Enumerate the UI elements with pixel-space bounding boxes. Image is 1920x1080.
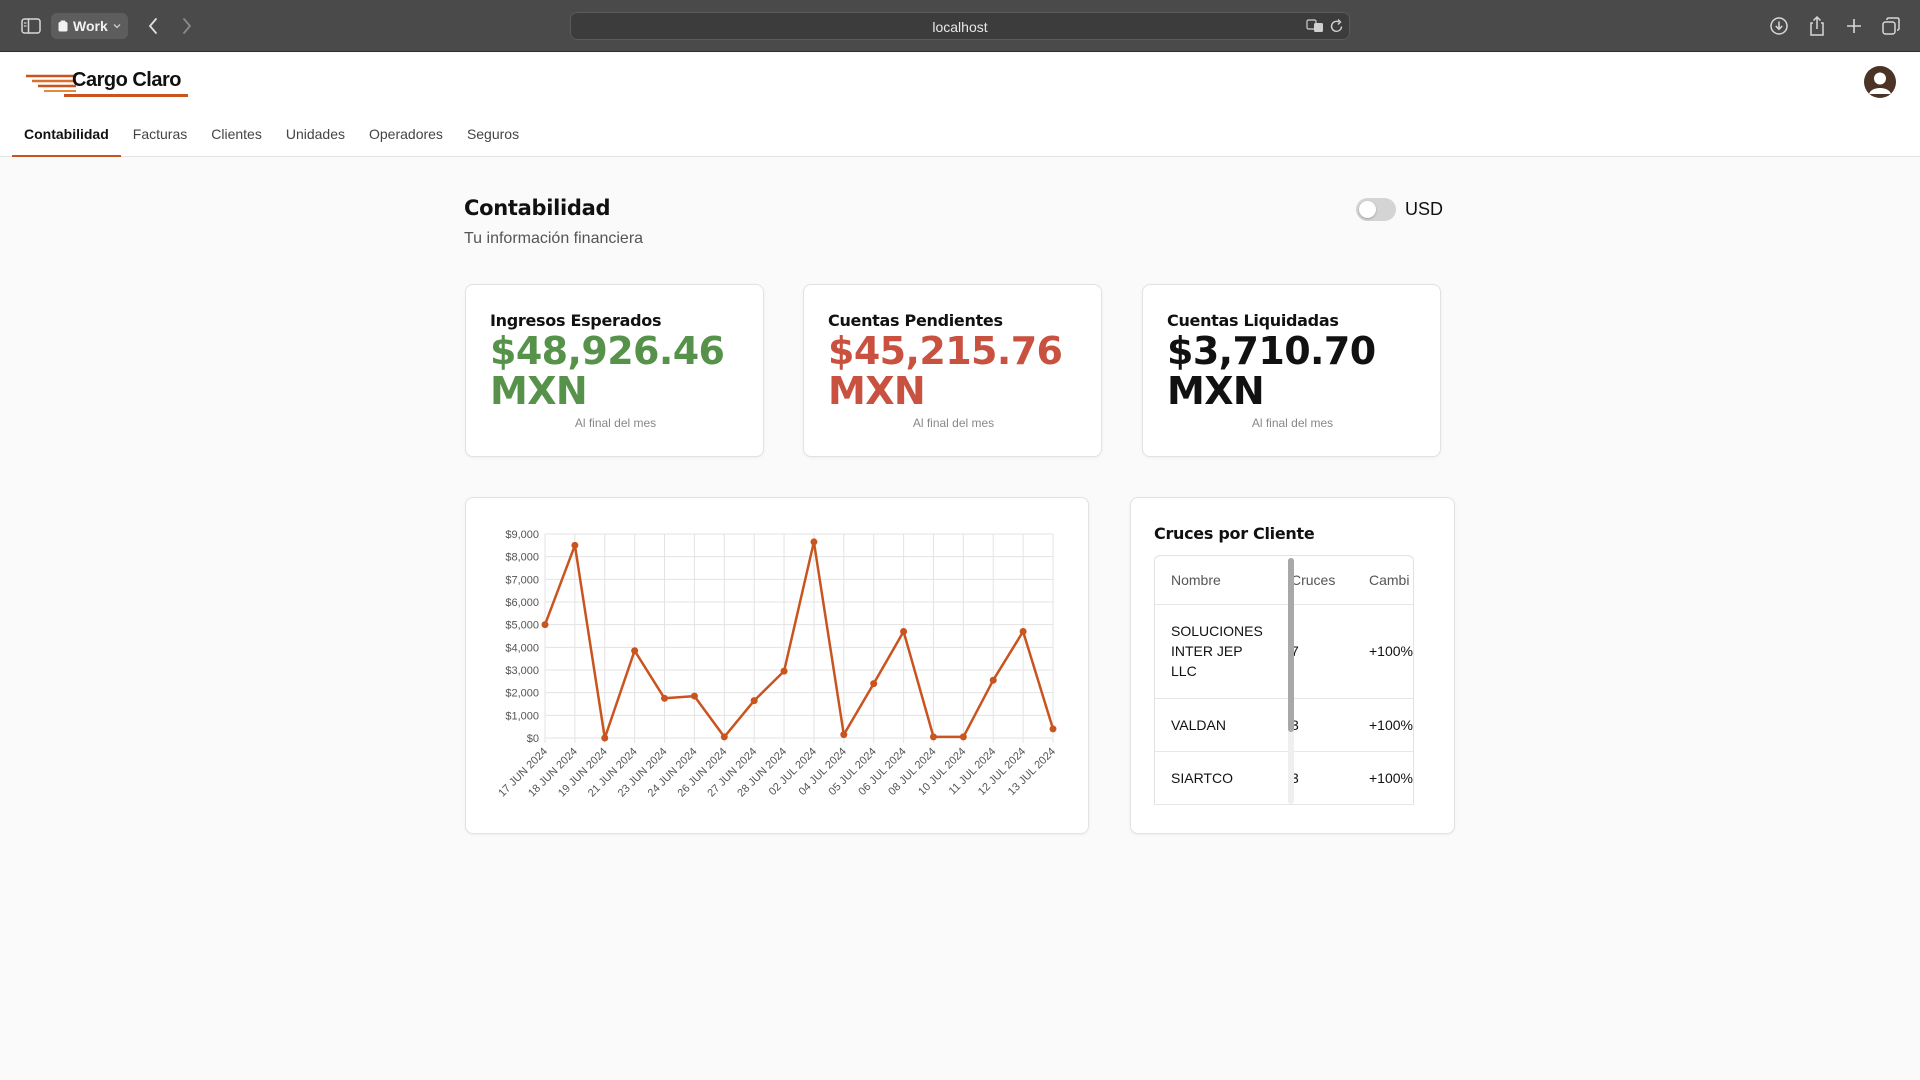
data-point	[601, 734, 609, 742]
page-title: Contabilidad	[464, 196, 611, 220]
stat-card-ingresos: Ingresos Esperados $48,926.46 MXN Al fin…	[465, 284, 764, 457]
back-icon[interactable]	[144, 13, 162, 39]
reload-icon[interactable]	[1330, 18, 1344, 34]
stat-caption: Al final del mes	[574, 416, 657, 430]
nav-tab-unidades[interactable]: Unidades	[274, 115, 357, 157]
stat-label: Cuentas Liquidadas	[1167, 311, 1339, 330]
table-row[interactable]: SIARTCO 3 +100%	[1155, 751, 1413, 805]
stat-card-pendientes: Cuentas Pendientes $45,215.76 MXN Al fin…	[803, 284, 1102, 457]
y-tick-label: $9,000	[505, 529, 539, 541]
y-tick-label: $2,000	[505, 688, 539, 700]
cruces-count: 7	[1275, 604, 1353, 699]
forward-icon[interactable]	[178, 13, 196, 39]
sidebar-toggle-icon[interactable]	[20, 13, 42, 39]
income-line-chart: $0 $1,000 $2,000 $3,000 $4,000 $5,000 $6,000 $7…	[496, 529, 1058, 800]
nav-tab-clientes[interactable]: Clientes	[199, 115, 274, 157]
scrollbar-thumb[interactable]	[1288, 558, 1294, 732]
page-subtitle: Tu información financiera	[464, 230, 644, 247]
data-point	[1019, 627, 1027, 635]
cruces-change: +100%	[1353, 604, 1413, 699]
tab-group-icon	[58, 20, 68, 32]
data-point	[900, 627, 908, 635]
chevron-down-icon	[113, 24, 121, 29]
stat-value: $45,215.76 MXN	[828, 329, 1063, 413]
table-scrollbar[interactable]	[1288, 558, 1294, 804]
y-tick-label: $1,000	[505, 710, 539, 722]
stat-label: Ingresos Esperados	[490, 311, 662, 330]
data-point	[1049, 725, 1057, 733]
toggle-knob	[1359, 201, 1376, 218]
translate-icon[interactable]	[1306, 19, 1324, 33]
client-name: VALDAN	[1155, 698, 1275, 752]
data-point	[929, 733, 937, 741]
cruces-table-scroll[interactable]: Nombre Cruces Cambi SOLUCIONES INTER JEP…	[1154, 555, 1414, 805]
nav-tab-facturas[interactable]: Facturas	[121, 115, 199, 157]
table-row[interactable]: SOLUCIONES INTER JEP LLC 7 +100%	[1155, 604, 1413, 699]
nav-tab-operadores[interactable]: Operadores	[357, 115, 455, 157]
data-point	[810, 538, 818, 546]
cruces-count: 3	[1275, 751, 1353, 805]
share-icon[interactable]	[1806, 13, 1828, 39]
y-tick-label: $8,000	[505, 552, 539, 564]
url-text: localhost	[932, 19, 988, 35]
data-point	[571, 541, 579, 549]
currency-toggle[interactable]	[1356, 198, 1396, 221]
brand-logo[interactable]: Cargo Claro	[24, 67, 188, 97]
client-name: SOLUCIONES INTER JEP LLC	[1155, 604, 1275, 699]
data-point	[690, 692, 698, 700]
stat-value: $48,926.46 MXN	[490, 329, 725, 413]
stat-card-liquidadas: Cuentas Liquidadas $3,710.70 MXN Al fina…	[1142, 284, 1441, 457]
column-header-cambio[interactable]: Cambi	[1353, 556, 1413, 605]
cruces-change: +100%	[1353, 751, 1413, 805]
data-point	[720, 733, 728, 741]
y-tick-label: $3,000	[505, 665, 539, 677]
stat-caption: Al final del mes	[912, 416, 995, 430]
data-point	[989, 676, 997, 684]
stat-caption: Al final del mes	[1251, 416, 1334, 430]
income-chart-card: $0 $1,000 $2,000 $3,000 $4,000 $5,000 $6,000 $7…	[465, 497, 1089, 834]
column-header-nombre[interactable]: Nombre	[1155, 556, 1275, 605]
cruces-change: +100%	[1353, 698, 1413, 752]
client-name: SIARTCO	[1155, 751, 1275, 805]
app-header: Cargo Claro Contabilidad Facturas Client…	[0, 53, 1920, 157]
cruces-table: Nombre Cruces Cambi SOLUCIONES INTER JEP…	[1155, 556, 1413, 805]
data-point	[750, 697, 758, 705]
series-line	[543, 540, 1055, 740]
tab-overview-icon[interactable]	[1880, 13, 1902, 39]
tab-group-selector[interactable]: Work	[51, 13, 128, 39]
stat-value: $3,710.70 MXN	[1167, 329, 1376, 413]
stat-label: Cuentas Pendientes	[828, 311, 1003, 330]
browser-toolbar: Work localhost	[0, 0, 1920, 52]
data-point	[959, 733, 967, 741]
brand-name: Cargo Claro	[72, 69, 181, 91]
downloads-icon[interactable]	[1768, 13, 1790, 39]
address-bar[interactable]: localhost	[570, 12, 1350, 40]
data-point	[870, 680, 878, 688]
cruces-title: Cruces por Cliente	[1154, 524, 1315, 543]
user-avatar[interactable]	[1864, 66, 1896, 98]
nav-tab-seguros[interactable]: Seguros	[455, 115, 531, 157]
currency-toggle-label: USD	[1405, 199, 1444, 219]
y-tick-label: $4,000	[505, 642, 539, 654]
data-point	[631, 647, 639, 655]
data-point	[780, 667, 788, 675]
table-header-row: Nombre Cruces Cambi	[1155, 556, 1413, 605]
nav-tab-contabilidad[interactable]: Contabilidad	[12, 115, 121, 157]
column-header-cruces[interactable]: Cruces	[1275, 556, 1353, 605]
cruces-count: 3	[1275, 698, 1353, 752]
y-tick-label: $5,000	[505, 620, 539, 632]
table-row[interactable]: VALDAN 3 +100%	[1155, 698, 1413, 752]
tab-group-label: Work	[73, 18, 108, 34]
new-tab-icon[interactable]	[1843, 13, 1865, 39]
y-tick-label: $0	[527, 733, 539, 745]
main-nav: Contabilidad Facturas Clientes Unidades …	[12, 115, 531, 157]
data-point	[541, 621, 549, 629]
y-tick-label: $6,000	[505, 597, 539, 609]
data-point	[840, 731, 848, 739]
data-point	[661, 694, 669, 702]
brand-underline	[64, 94, 188, 97]
y-tick-label: $7,000	[505, 574, 539, 586]
user-icon	[1869, 72, 1891, 94]
